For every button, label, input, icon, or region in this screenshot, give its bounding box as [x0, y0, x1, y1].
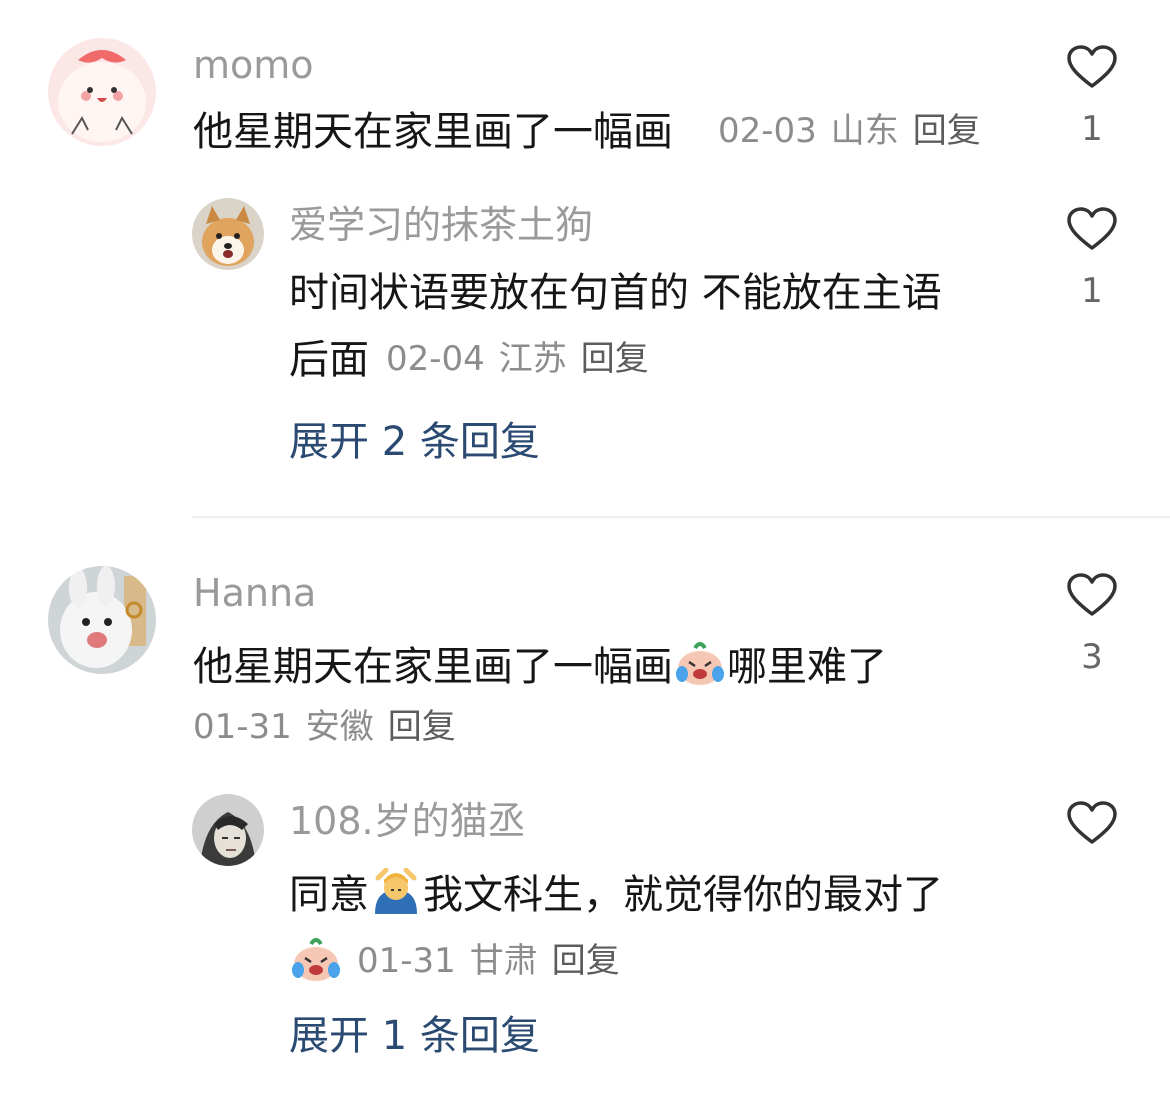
comment-date: 01-31: [193, 707, 292, 747]
reply-date: 01-31: [357, 941, 456, 981]
avatar-108-cat[interactable]: [192, 794, 264, 866]
avatar-matcha-dog[interactable]: [192, 198, 264, 270]
heart-icon[interactable]: [1066, 800, 1118, 846]
like-count: 1: [1081, 271, 1103, 311]
reply-username[interactable]: 108.岁的猫丞: [289, 802, 526, 840]
reply-text-part: 我文科生，就觉得你的最对了: [423, 872, 943, 918]
avatar-momo[interactable]: [48, 38, 156, 146]
reply-button[interactable]: 回复: [581, 339, 649, 379]
reply-text-line2[interactable]: 后面: [289, 340, 369, 380]
reply-location: 甘肃: [469, 941, 538, 981]
reply-button[interactable]: 回复: [552, 941, 620, 981]
expand-replies-link[interactable]: 展开 1 条回复: [289, 1016, 540, 1056]
comment-username[interactable]: Hanna: [193, 574, 316, 612]
comment-meta: 02-03 山东 回复: [718, 114, 981, 148]
comment-text[interactable]: 他星期天在家里画了一幅画: [193, 112, 673, 152]
crying-laughing-blob-icon: [676, 642, 724, 685]
heart-icon[interactable]: [1066, 44, 1118, 90]
avatar-hanna[interactable]: [48, 566, 156, 674]
reply-location: 江苏: [498, 339, 567, 379]
reply-button[interactable]: 回复: [388, 707, 456, 747]
comment-text[interactable]: 他星期天在家里画了一幅画 哪里难了: [193, 640, 887, 687]
comment-text-part: 他星期天在家里画了一幅画: [193, 644, 673, 690]
comment-text-part: 哪里难了: [727, 644, 887, 690]
reply-text-line1[interactable]: 时间状语要放在句首的 不能放在主语: [289, 273, 942, 313]
comment-meta: 01-31 安徽 回复: [193, 710, 456, 744]
reply-meta: 02-04 江苏 回复: [386, 342, 649, 376]
comment-location: 安徽: [305, 707, 374, 747]
like-count: 1: [1081, 109, 1103, 149]
reply-username[interactable]: 爱学习的抹茶土狗: [289, 206, 593, 244]
comment-divider: [192, 516, 1170, 518]
reply-meta: 01-31 甘肃 回复: [289, 936, 620, 982]
like-count: 3: [1081, 637, 1103, 677]
comment-location: 山东: [830, 111, 899, 151]
expand-replies-link[interactable]: 展开 2 条回复: [289, 422, 540, 462]
comment-date: 02-03: [718, 111, 817, 151]
comment-username[interactable]: momo: [193, 46, 314, 84]
reply-text[interactable]: 同意 我文科生，就觉得你的最对了: [289, 868, 943, 915]
reply-text-part: 同意: [289, 872, 369, 918]
person-praying-icon: [375, 868, 417, 914]
heart-icon[interactable]: [1066, 206, 1118, 252]
reply-button[interactable]: 回复: [913, 111, 981, 151]
heart-icon[interactable]: [1066, 572, 1118, 618]
crying-laughing-blob-icon: [292, 938, 340, 981]
reply-date: 02-04: [386, 339, 485, 379]
